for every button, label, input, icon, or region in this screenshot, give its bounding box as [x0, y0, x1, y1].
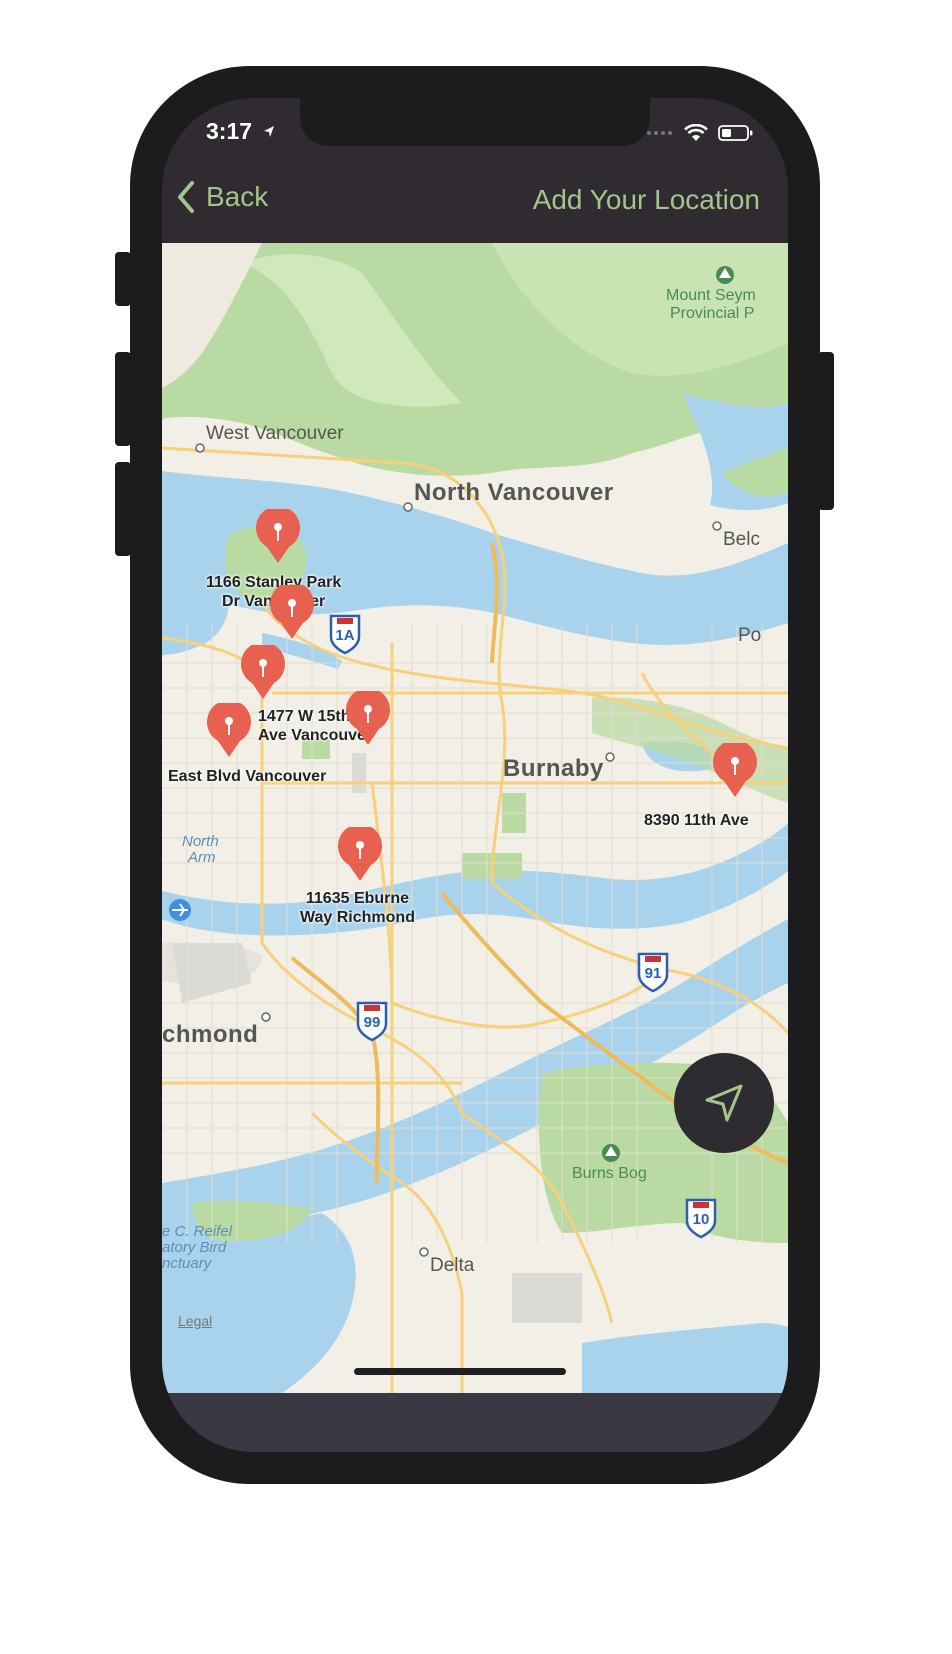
pin-label-east-blvd: East Blvd Vancouver: [168, 768, 327, 785]
place-richmond: chmond: [162, 1021, 259, 1048]
silent-switch: [115, 252, 131, 306]
page-title: Add Your Location: [532, 184, 760, 215]
battery-icon: [718, 125, 753, 141]
status-time: 3:17: [206, 118, 276, 145]
map-pin-downtown[interactable]: [269, 581, 315, 641]
map-pin-icon: [338, 823, 382, 881]
volume-down-button: [115, 462, 131, 556]
pin-label-eburne: 11635 Eburne Way Richmond: [300, 890, 415, 926]
map-pin-icon: [241, 641, 285, 699]
place-north-arm-line1: North: [182, 833, 219, 850]
map-pin-icon: [256, 505, 300, 563]
navigation-bar: Back Add Your Location: [162, 158, 788, 242]
chevron-left-icon: [178, 181, 194, 213]
place-burnaby: Burnaby: [503, 755, 604, 782]
place-delta: Delta: [430, 1255, 475, 1276]
map-pin-icon: [270, 581, 314, 639]
notch: [300, 98, 650, 146]
navigation-arrow-icon: [705, 1084, 743, 1122]
pin-label-11th-ave: 8390 11th Ave: [644, 812, 749, 829]
home-indicator[interactable]: [354, 1368, 566, 1375]
highway-shield-10: 10: [684, 1197, 718, 1239]
volume-up-button: [115, 352, 131, 446]
place-mount-seymour-line1: Mount Seym: [666, 287, 756, 304]
place-reifel-line3: nctuary: [162, 1255, 212, 1272]
map-view[interactable]: West Vancouver North Vancouver Burnaby c…: [162, 243, 788, 1393]
legal-link[interactable]: Legal: [178, 1313, 212, 1329]
place-belcarra: Belc: [723, 529, 760, 550]
cellular-signal-icon: [647, 131, 672, 135]
map-pin-11th-ave[interactable]: [712, 739, 758, 799]
map-pin-icon: [713, 739, 757, 797]
current-location-button[interactable]: [674, 1053, 774, 1153]
place-reifel-line1: e C. Reifel: [162, 1223, 233, 1240]
phone-screen: 3:17 Back Add Your Location West Vancouv…: [162, 98, 788, 1452]
map-pin-eburne[interactable]: [337, 823, 383, 883]
map-pin-icon: [207, 699, 251, 757]
place-west-vancouver: West Vancouver: [206, 423, 344, 444]
bottom-bar: [162, 1393, 788, 1452]
place-north-arm-line2: Arm: [188, 849, 216, 866]
highway-shield-99: 99: [355, 1000, 389, 1042]
place-burns-bog: Burns Bog: [572, 1165, 647, 1182]
location-arrow-icon: [264, 126, 275, 137]
back-label: Back: [206, 181, 269, 212]
status-icons: [646, 124, 754, 142]
place-north-vancouver: North Vancouver: [414, 479, 614, 506]
wifi-icon: [684, 124, 708, 141]
map-pin-east-blvd[interactable]: [206, 699, 252, 759]
map-pin-icon: [346, 687, 390, 745]
back-button[interactable]: Back: [176, 180, 268, 214]
map-pin-stanley-park[interactable]: [255, 505, 301, 565]
power-button: [818, 352, 834, 510]
highway-shield-1a: 1A: [328, 613, 362, 655]
map-pin-cambie[interactable]: [345, 687, 391, 747]
place-reifel-line2: atory Bird: [162, 1239, 227, 1256]
highway-shield-91: 91: [636, 951, 670, 993]
place-mount-seymour-line2: Provincial P: [670, 305, 755, 322]
map-pin-w-15th[interactable]: [240, 641, 286, 701]
place-port-moody: Po: [738, 625, 762, 646]
